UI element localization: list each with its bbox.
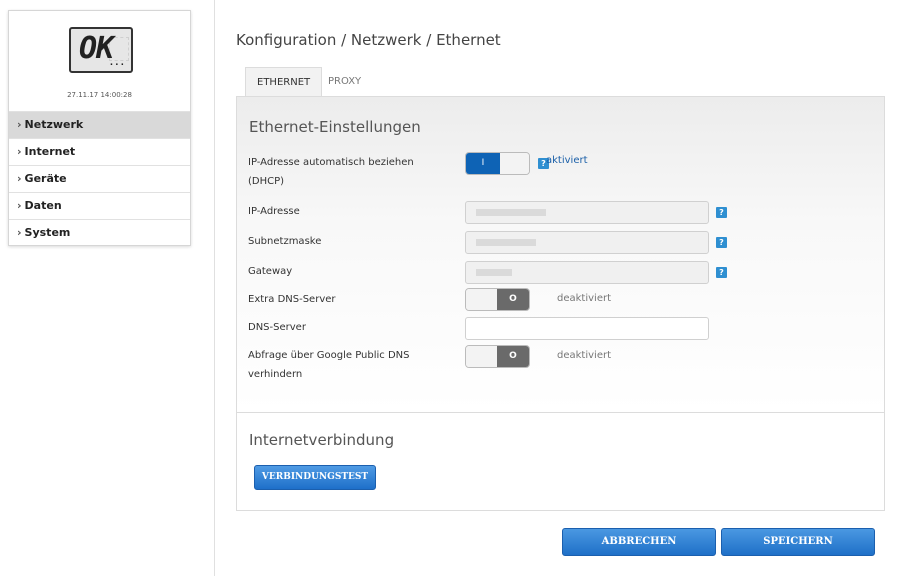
- tab-proxy[interactable]: PROXY: [317, 67, 372, 97]
- toggle-knob: [466, 289, 497, 310]
- device-status-panel: OK ... 27.11.17 14:00:28: [9, 11, 190, 111]
- device-timestamp: 27.11.17 14:00:28: [67, 91, 132, 99]
- ethernet-section-title: Ethernet-Einstellungen: [249, 118, 421, 136]
- subnet-mask-label: Subnetzmaske: [248, 236, 322, 247]
- section-divider: [237, 412, 884, 413]
- sidebar-item-internet[interactable]: › Internet: [9, 138, 190, 165]
- google-dns-status: deaktiviert: [557, 350, 611, 361]
- connection-test-button[interactable]: VERBINDUNGSTEST: [254, 465, 376, 490]
- settings-panel: Ethernet-Einstellungen IP-Adresse automa…: [236, 96, 885, 511]
- google-dns-label-line2: verhindern: [248, 369, 303, 380]
- chevron-right-icon: ›: [17, 199, 22, 212]
- extra-dns-toggle-off-text: O: [497, 289, 529, 310]
- sidebar-nav: › Netzwerk › Internet › Geräte › Daten › Syst…: [9, 111, 190, 246]
- google-dns-label-line1: Abfrage über Google Public DNS: [248, 350, 410, 361]
- chevron-right-icon: ›: [17, 118, 22, 131]
- dhcp-label-line1: IP-Adresse automatisch beziehen: [248, 157, 414, 168]
- chevron-right-icon: ›: [17, 172, 22, 185]
- sidebar-item-system[interactable]: › System: [9, 219, 190, 246]
- dhcp-toggle[interactable]: I: [465, 152, 530, 175]
- sidebar-item-label: Netzwerk: [24, 118, 84, 131]
- internet-section-title: Internetverbindung: [249, 431, 395, 449]
- extra-dns-toggle[interactable]: O: [465, 288, 530, 311]
- extra-dns-status: deaktiviert: [557, 293, 611, 304]
- chevron-right-icon: ›: [17, 145, 22, 158]
- google-dns-label: Abfrage über Google Public DNS verhinder…: [248, 346, 410, 384]
- ip-address-field[interactable]: [465, 201, 709, 224]
- google-dns-toggle[interactable]: O: [465, 345, 530, 368]
- sidebar-item-label: Geräte: [24, 172, 67, 185]
- extra-dns-label: Extra DNS-Server: [248, 294, 336, 305]
- dhcp-label: IP-Adresse automatisch beziehen (DHCP): [248, 153, 414, 191]
- lcd-display-dots: ...: [108, 58, 125, 68]
- dns-server-field[interactable]: [465, 317, 709, 340]
- content-divider: [214, 0, 215, 576]
- gateway-label: Gateway: [248, 266, 293, 277]
- sidebar-item-geraete[interactable]: › Geräte: [9, 165, 190, 192]
- redacted-value: [476, 268, 512, 276]
- ip-address-label: IP-Adresse: [248, 206, 300, 217]
- gateway-field[interactable]: [465, 261, 709, 284]
- sidebar-item-label: System: [24, 226, 71, 239]
- help-icon[interactable]: ?: [716, 237, 727, 248]
- sidebar-item-netzwerk[interactable]: › Netzwerk: [9, 111, 190, 138]
- redacted-value: [476, 208, 546, 216]
- breadcrumb: Konfiguration / Netzwerk / Ethernet: [236, 31, 501, 49]
- toggle-knob: [500, 153, 529, 174]
- tab-ethernet[interactable]: ETHERNET: [245, 67, 323, 97]
- cancel-button[interactable]: ABBRECHEN: [562, 528, 716, 556]
- sidebar-item-daten[interactable]: › Daten: [9, 192, 190, 219]
- toggle-knob: [466, 346, 497, 367]
- redacted-value: [476, 238, 536, 246]
- subnet-mask-field[interactable]: [465, 231, 709, 254]
- sidebar-item-label: Daten: [24, 199, 62, 212]
- save-button[interactable]: SPEICHERN: [721, 528, 875, 556]
- help-icon[interactable]: ?: [716, 207, 727, 218]
- dns-server-label: DNS-Server: [248, 322, 306, 333]
- google-dns-toggle-off-text: O: [497, 346, 529, 367]
- dhcp-status: aktiviert: [546, 155, 588, 166]
- help-icon[interactable]: ?: [716, 267, 727, 278]
- dhcp-label-line2: (DHCP): [248, 176, 285, 187]
- sidebar: OK ... 27.11.17 14:00:28 › Netzwerk › Inte…: [8, 10, 191, 246]
- chevron-right-icon: ›: [17, 226, 22, 239]
- lcd-display: OK ...: [69, 27, 133, 73]
- dhcp-toggle-on-text: I: [466, 153, 500, 174]
- sidebar-item-label: Internet: [24, 145, 76, 158]
